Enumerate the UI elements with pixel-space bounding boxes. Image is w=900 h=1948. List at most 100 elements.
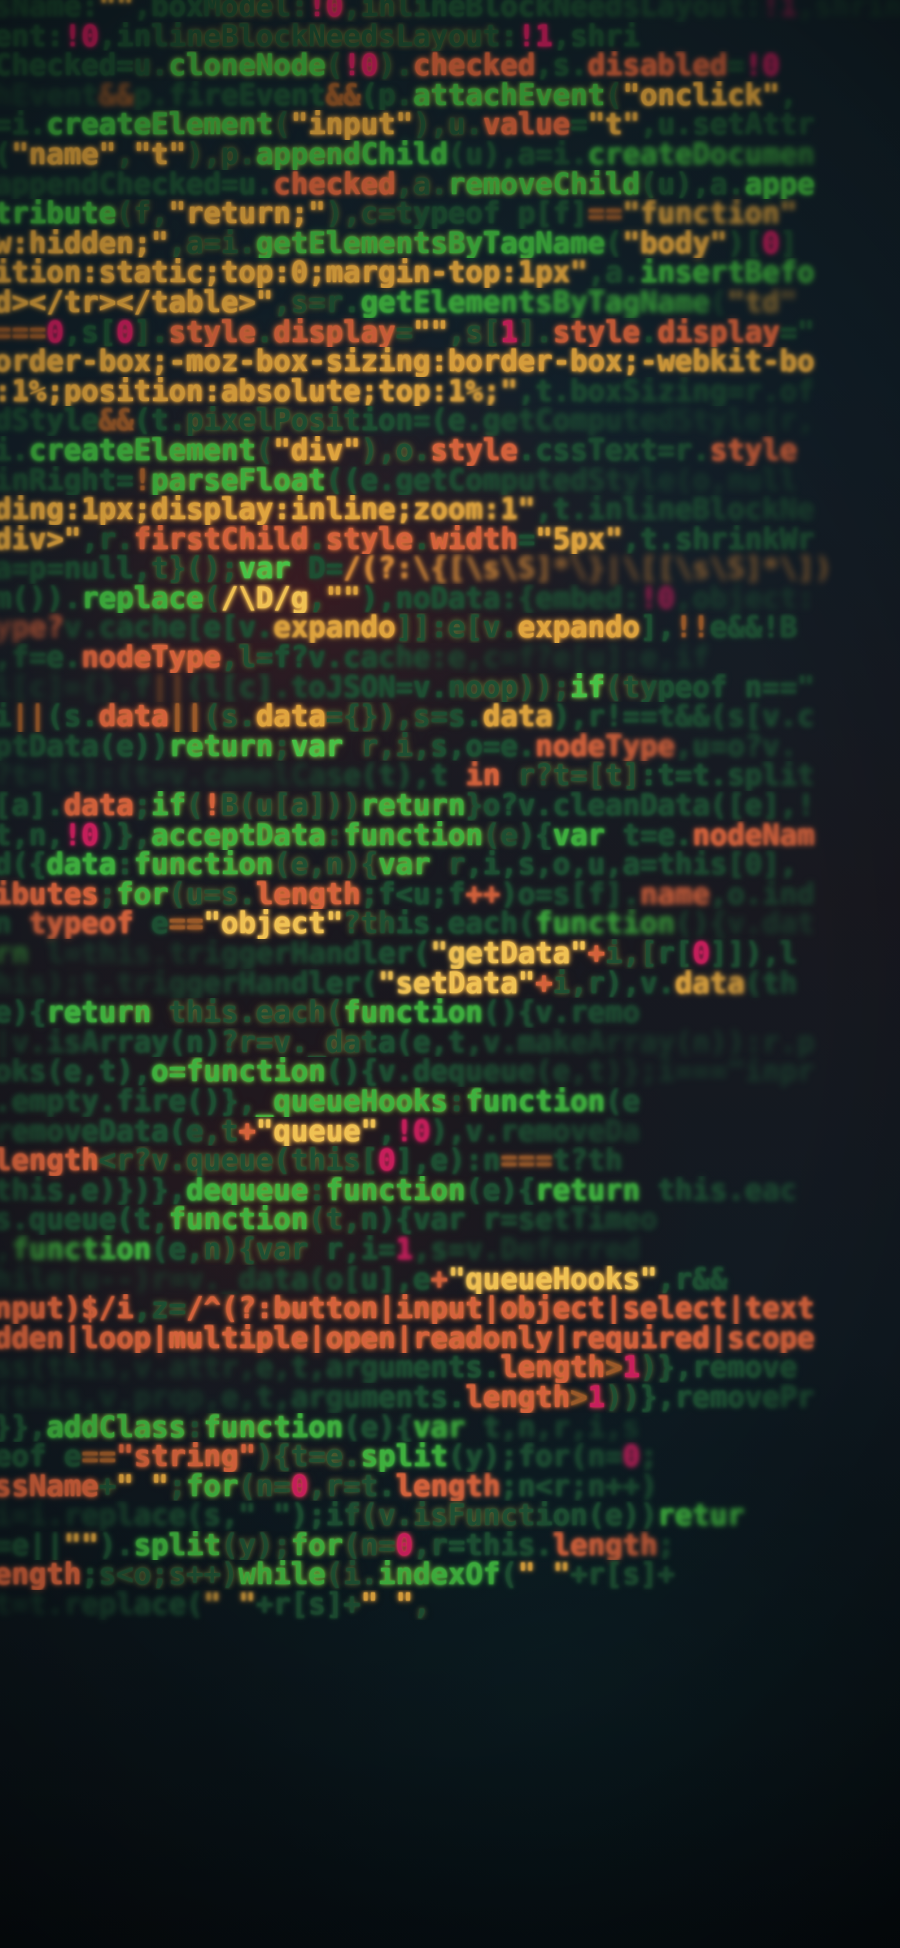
- code-line: ,function(e,n){var r,i=1,s=v.Deferred,fu…: [0, 1234, 900, 1265]
- code-line-defocused: ,function(e,n){var r,i=1,s=v.Deferred: [0, 1234, 900, 1265]
- code-line: ent:!0,inlineBlockNeedsLayout:!1,shri ent…: [0, 21, 900, 52]
- code-line: |v.isArray(n)?r=v._data(e,t,v.makeArray(…: [0, 1027, 900, 1058]
- code-line-defocused: appendChecked=u.checked,a.removeChild(u)…: [0, 169, 900, 200]
- code-line: (this,v.prop,e,t,arguments.length>1))},r…: [0, 1382, 900, 1413]
- code-line: =i.createElement("input"),u.value="t",u.…: [0, 110, 900, 140]
- code-line-defocused: this,e)})},dequeue:function(e){return th…: [0, 1172, 900, 1207]
- code-line: [a].data;if(!B(u[a]))return}o?v.cleanDat…: [0, 790, 900, 821]
- code-line: ss(this,v.attr,e,t,arguments.length>1)},…: [0, 1353, 900, 1383]
- code-wallpaper-stage: sName:"",boxModel:!0,inlineBlockNeedsLay…: [0, 0, 900, 1948]
- code-line-defocused: =i.createElement("input"),u.value="t",u.…: [0, 110, 900, 140]
- code-line-defocused: t,n,!0)},acceptData:function(e){var t=e.…: [0, 820, 900, 851]
- code-line: dStyle&&(t.pixelPosition=(e.getComputedS…: [0, 406, 900, 436]
- code-line-defocused: ding:1px;display:inline;zoom:1",t.inline…: [0, 494, 900, 525]
- code-line-defocused: tribute(f,"return;"),c=typeof p[f]=="fun…: [0, 198, 900, 229]
- code-line: rn l=this.triggerHandler("getData"+i,[r[…: [0, 938, 900, 969]
- code-line: ition:static;top:0;margin-top:1px",a.ins…: [0, 258, 900, 288]
- code-line-defocused: ent:!0,inlineBlockNeedsLayout:!1,shri: [0, 21, 900, 52]
- code-line-defocused: inRight=!parseFloat((e.getComputedStyle(…: [0, 465, 900, 496]
- code-line-defocused: length<r?v.queue(this[0],e):n===t?th: [0, 1145, 900, 1176]
- code-line: eof e=="string"){t=e.split(y);for(n=0; eo…: [0, 1441, 900, 1472]
- code-line-defocused: ===0,s[0].style.display="",s[1].style.di…: [0, 317, 900, 348]
- code-line-defocused: ss(this,v.attr,e,t,arguments.length>1)},…: [0, 1353, 900, 1383]
- code-line: appendChecked=u.checked,a.removeChild(u)…: [0, 169, 900, 200]
- code-line-defocused: :1%;position:absolute;top:1%;",t.boxSizi…: [0, 376, 900, 407]
- code-line-defocused: i=i.replace(s," ");if(v.isFunction(e))re…: [0, 1500, 900, 1531]
- code-line-defocused: eof e=="string"){t=e.split(y);for(n=0;: [0, 1441, 900, 1472]
- code-token: this.eac: [640, 1172, 798, 1207]
- code-line: ,f=e.nodeType,l=f?v.cache:e,c=f?e[u]:e,i…: [0, 642, 900, 673]
- code-line: ype?v.cache[e[v.expando]]:e[v.expando],!…: [0, 613, 900, 643]
- code-line: a=p=null,t}();var D=/(?:\{[\s\S]*\}|\[[\…: [0, 553, 900, 584]
- code-line: ("name","t"),p.appendChild(u),a=i.create…: [0, 139, 900, 170]
- code-line: his);t.triggerHandler("setData"+i,r),v.d…: [0, 965, 900, 1000]
- code-line-defocused: ("name","t"),p.appendChild(u),a=i.create…: [0, 139, 900, 170]
- code-line: :1%;position:absolute;top:1%;",t.boxSizi…: [0, 376, 900, 407]
- code-token: ,shrinkWrapBlo: [797, 0, 900, 23]
- code-token: "inpr: [727, 1054, 815, 1089]
- code-token: " ": [203, 1587, 256, 1622]
- code-line-defocused: i||(s.data||(s.data={}),s=s.data),r!==t&…: [0, 701, 900, 732]
- code-line: }},addClass:function(e){var t,n,r,i,s}},…: [0, 1412, 900, 1443]
- code-line-defocused: i.createElement("div"),o.style.cssText=r…: [0, 435, 900, 466]
- code-token: ,: [413, 1587, 431, 1622]
- code-line: Checked=u.cloneNode(!0).checked,s.disabl…: [0, 50, 900, 81]
- code-line: i.createElement("div"),o.style.cssText=r…: [0, 435, 900, 466]
- code-line-defocused: ,f=e.nodeType,l=f?v.cache:e,c=f?e[u]:e,i…: [0, 642, 900, 673]
- code-line: div>",r.firstChild.style.width="5px",t.s…: [0, 524, 900, 555]
- code-line-defocused: ibutes;for(u=s.length;f<u;f++)o=s[f].nam…: [0, 879, 900, 910]
- code-line: tribute(f,"return;"),c=typeof p[f]=="fun…: [0, 198, 900, 229]
- code-line: i=i.replace(s," ");if(v.isFunction(e))re…: [0, 1500, 900, 1531]
- code-token: (th: [744, 965, 798, 1000]
- code-line-defocused: nput)$/i,z=/^(?:button|input|object|sele…: [0, 1293, 900, 1324]
- code-line-defocused: a=p=null,t}();var D=/(?:\{[\s\S]*\}|\[[\…: [0, 553, 900, 584]
- code-line: .empty.fire()},_queueHooks:function(e .em…: [0, 1086, 900, 1117]
- code-line-defocused: .empty.fire()},_queueHooks:function(e: [0, 1086, 900, 1117]
- code-line: n typeof e=="object"?this.each(function(…: [0, 909, 900, 939]
- code-line: hEvent&&p.fireEvent&&(p.attachEvent("onc…: [0, 80, 900, 111]
- code-token: " ": [360, 1587, 414, 1622]
- code-line-defocused: d></tr></table>",s=r.getElementsByTagNam…: [0, 287, 900, 318]
- code-line-defocused: t=t.replace(" "+r[s]+" ",: [0, 1587, 900, 1622]
- code-line-defocused: ssName+" ";for(n=0,r=t.length;n<r;n++): [0, 1471, 900, 1502]
- code-line-defocused: rn l=this.triggerHandler("getData"+i,[r[…: [0, 938, 900, 969]
- code-line-defocused: his);t.triggerHandler("setData"+i,r),v.d…: [0, 965, 900, 1000]
- code-line-defocused: ptData(e))return;var r,i,s,o=e.nodeType,…: [0, 731, 900, 762]
- code-line-defocused: }},addClass:function(e){var t,n,r,i,s: [0, 1412, 900, 1443]
- code-line-defocused: |v.isArray(n)?r=v._data(e,t,v.makeArray(…: [0, 1027, 900, 1058]
- code-token: e&&!B: [709, 610, 798, 645]
- code-line: ?t=[t]:(t=v.camelCase(t),t in r?t=[t]:t=…: [0, 761, 900, 791]
- code-line-defocused: d({data:function(e,n){var r,i,s,o,u,a=th…: [0, 849, 900, 880]
- code-token: data: [674, 965, 745, 1000]
- code-line: ibutes;for(u=s.length;f<u;f++)o=s[f].nam…: [0, 879, 900, 910]
- code-line: w:hidden;",a=i.getElementsByTagName("bod…: [0, 228, 900, 259]
- code-line: inRight=!parseFloat((e.getComputedStyle(…: [0, 465, 900, 496]
- code-line: i||(s.data||(s.data={}),s=s.data),r!==t&…: [0, 701, 900, 732]
- code-line: d></tr></table>",s=r.getElementsByTagNam…: [0, 287, 900, 318]
- code-line: d({data:function(e,n){var r,i,s,o,u,a=th…: [0, 849, 900, 880]
- code-line: t,n,!0)},acceptData:function(e){var t=e.…: [0, 820, 900, 851]
- code-line-defocused: ype?v.cache[e[v.expando]]:e[v.expando],!…: [0, 613, 900, 643]
- code-line: ssName+" ";for(n=0,r=t.length;n<r;n++) ss…: [0, 1471, 900, 1502]
- code-line-defocused: ition:static;top:0;margin-top:1px",a.ins…: [0, 258, 900, 288]
- code-line-defocused: div>",r.firstChild.style.width="5px",t.s…: [0, 524, 900, 555]
- code-line-defocused: (this,v.prop,e,t,arguments.length>1))},r…: [0, 1382, 900, 1413]
- code-line: ptData(e))return;var r,i,s,o=e.nodeType,…: [0, 731, 900, 762]
- code-line: removeData(e,t+"queue",!0),v.removeDa rem…: [0, 1116, 900, 1147]
- code-line: dden|loop|multiple|open|readonly|require…: [0, 1323, 900, 1354]
- code-line-defocused: s.queue(t,function(t,n){var r=setTimeo: [0, 1205, 900, 1235]
- code-line: hile(u--)r=v._data(o[u],e+"queueHooks",r…: [0, 1264, 900, 1295]
- code-line-defocused: dStyle&&(t.pixelPosition=(e.getComputedS…: [0, 406, 900, 436]
- code-line: oks(e,t),o=function(){v.dequeue(e,t)};i=…: [0, 1057, 900, 1087]
- code-line-defocused: l[c]={},f||(l[c].toJSON=v.noop));if(type…: [0, 672, 900, 703]
- code-line-defocused: =e||"").split(y);for(n=0,r=this.length;: [0, 1530, 900, 1561]
- code-token: t=t.replace(: [0, 1587, 204, 1622]
- code-line: length<r?v.queue(this[0],e):n===t?th leng…: [0, 1145, 900, 1176]
- code-line: ding:1px;display:inline;zoom:1",t.inline…: [0, 494, 900, 525]
- code-line: ength;s<o;s++)while(i.indexOf(" "+r[s]+ e…: [0, 1560, 900, 1590]
- code-token: (: [500, 1557, 518, 1592]
- code-line: ===0,s[0].style.display="",s[1].style.di…: [0, 317, 900, 348]
- code-line-defocused: e){return this.each(function(){v.remo: [0, 997, 900, 1028]
- code-line-defocused: Checked=u.cloneNode(!0).checked,s.disabl…: [0, 50, 900, 81]
- code-line-defocused: oks(e,t),o=function(){v.dequeue(e,t)};i=…: [0, 1057, 900, 1087]
